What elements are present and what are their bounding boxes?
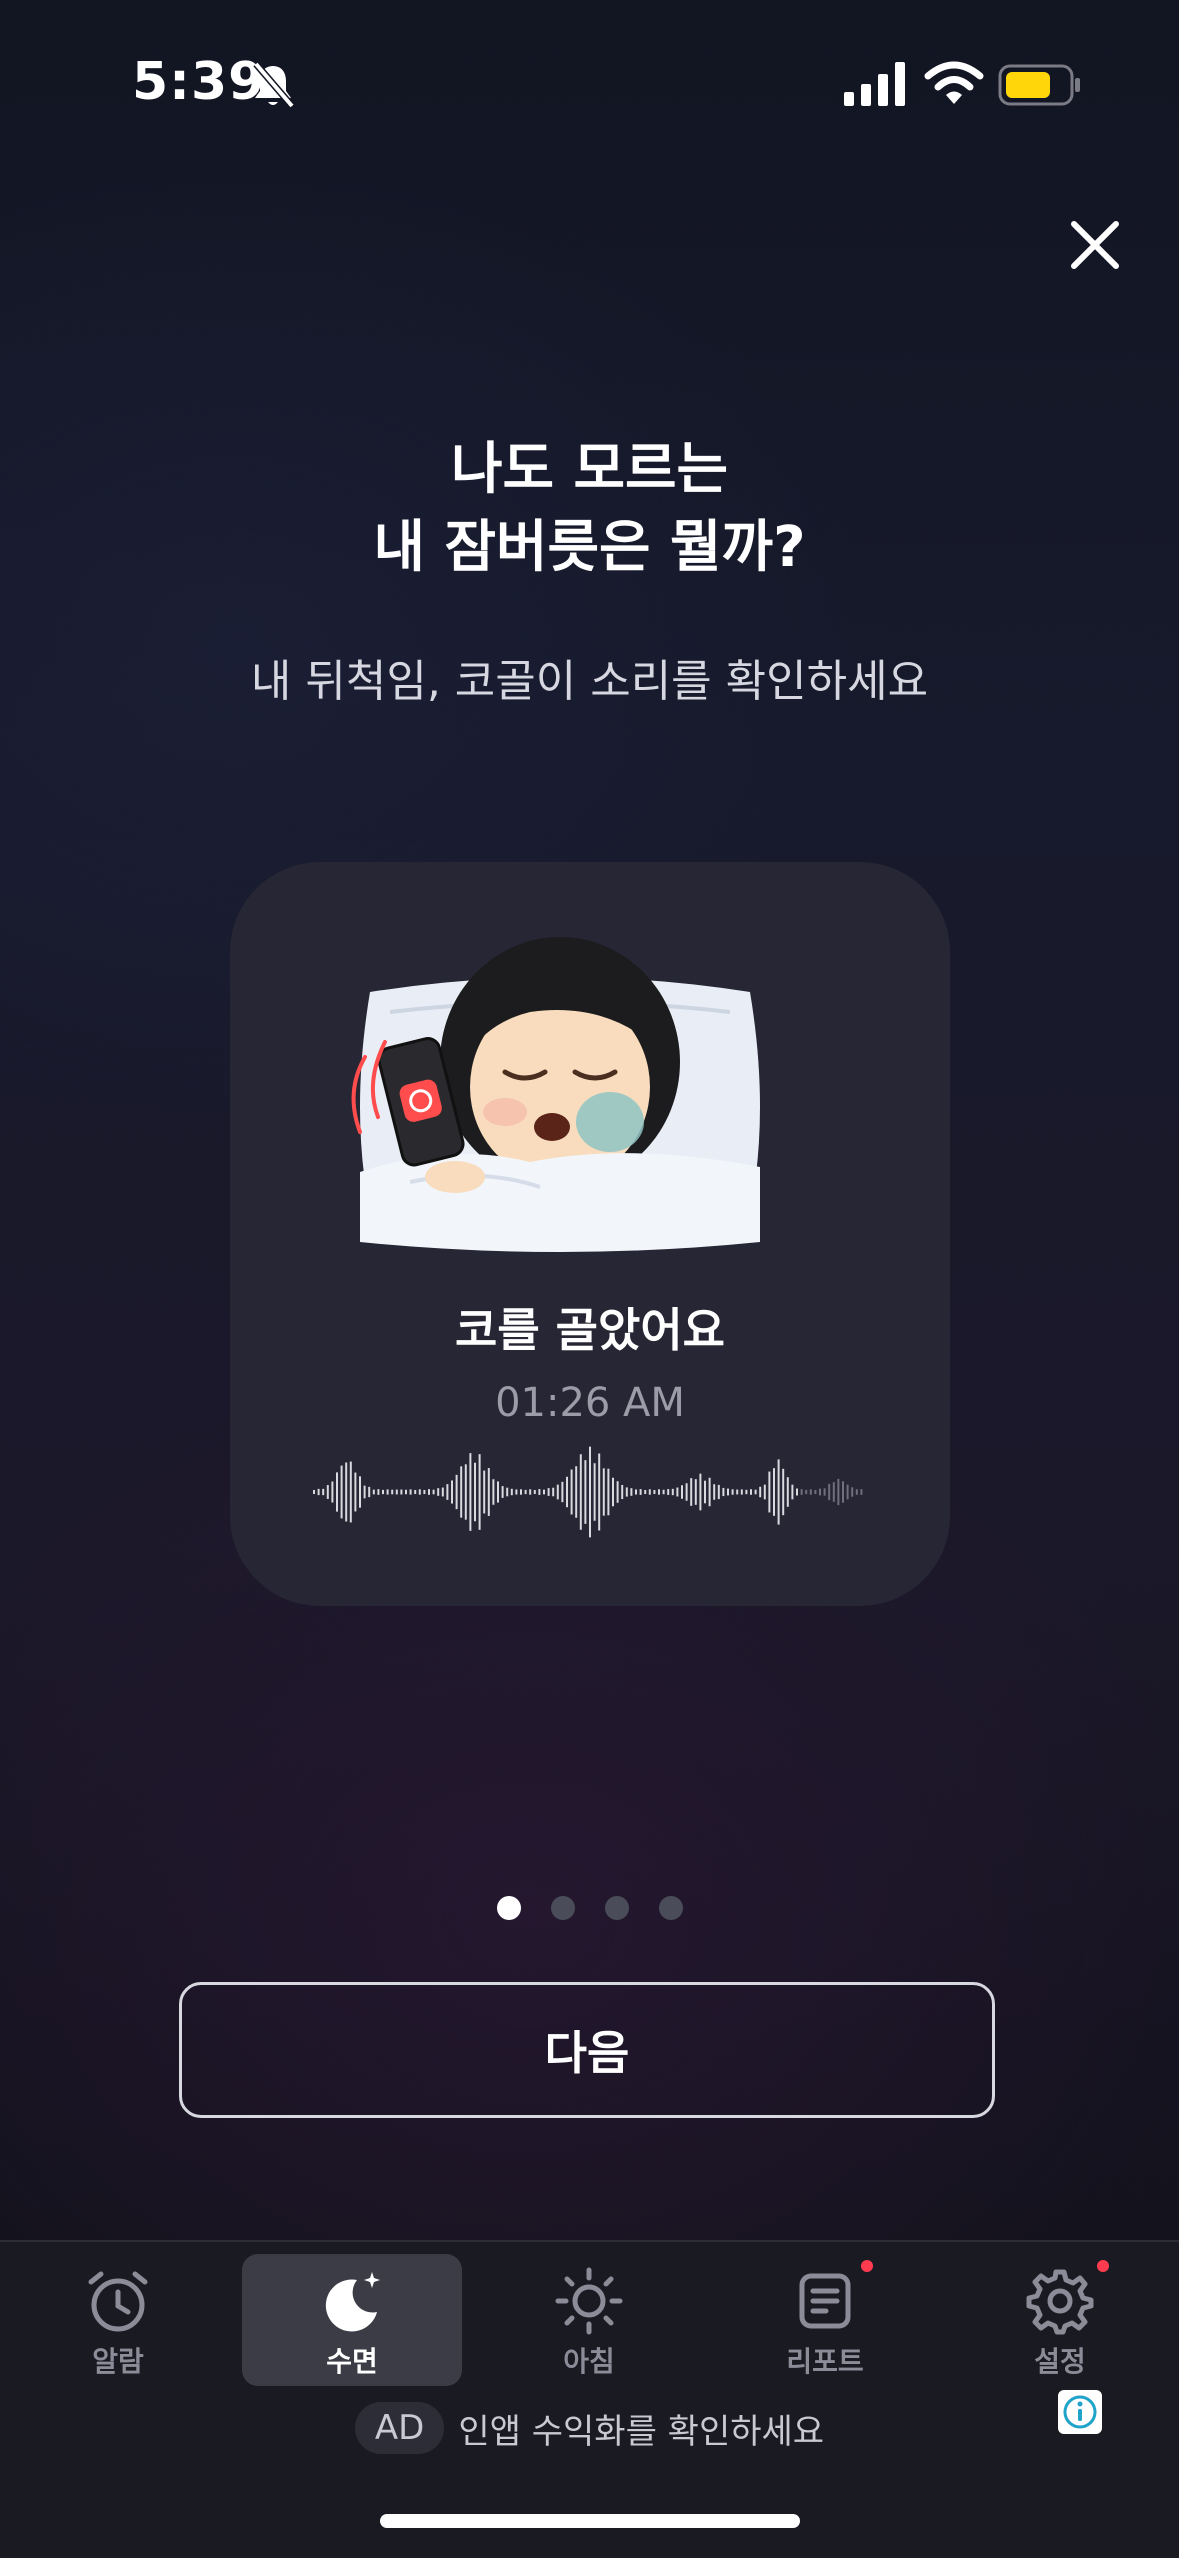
moon-star-icon <box>325 2272 380 2332</box>
wifi-icon <box>924 61 984 104</box>
ad-badge: AD <box>354 2402 445 2454</box>
ad-text: 인앱 수익화를 확인하세요 <box>458 2411 825 2452</box>
tab-label: 아침 <box>563 2345 615 2378</box>
info-icon[interactable] <box>1056 2388 1104 2436</box>
sun-icon <box>555 2267 623 2335</box>
page-dot-3[interactable] <box>604 1896 629 1920</box>
tab-bar: 알람 수면 아침 리포트 설정 <box>0 2240 1179 2558</box>
tab-label: 설정 <box>1034 2345 1086 2378</box>
headline-line-1: 나도 모르는 <box>450 437 729 502</box>
report-notification-badge <box>861 2260 873 2272</box>
page-indicator <box>0 1896 1179 1920</box>
tab-alarm[interactable]: 알람 <box>8 2254 228 2386</box>
tab-report[interactable]: 리포트 <box>715 2254 935 2386</box>
close-icon[interactable] <box>1060 210 1130 280</box>
page-dot-4[interactable] <box>658 1896 683 1920</box>
alarm-clock-icon <box>88 2271 148 2332</box>
status-time: 5:39 <box>132 52 266 112</box>
event-time: 01:26 AM <box>495 1380 685 1426</box>
tab-sleep[interactable]: 수면 <box>242 2254 462 2386</box>
tab-label: 리포트 <box>786 2345 864 2378</box>
tab-label: 수면 <box>326 2345 378 2378</box>
headline-line-2: 내 잠버릇은 뭘까? <box>373 515 806 580</box>
home-indicator[interactable] <box>380 2514 800 2528</box>
event-title: 코를 골았어요 <box>455 1303 725 1357</box>
snore-waveform <box>313 1446 863 1538</box>
battery-icon <box>998 64 1080 106</box>
settings-notification-badge <box>1097 2260 1109 2272</box>
report-icon <box>799 2273 851 2329</box>
cellular-signal-icon <box>844 62 905 106</box>
sleeping-emoji-illustration <box>351 937 760 1252</box>
next-button[interactable]: 다음 <box>179 1982 995 2118</box>
tab-morning[interactable]: 아침 <box>479 2254 699 2386</box>
subtitle: 내 뒤척임, 코골이 소리를 확인하세요 <box>250 656 929 707</box>
page-dot-2[interactable] <box>550 1896 575 1920</box>
page-dot-1[interactable] <box>496 1896 521 1920</box>
tab-label: 알람 <box>92 2345 144 2378</box>
sleep-event-card: 코를 골았어요 01:26 AM <box>230 862 950 1606</box>
tab-settings[interactable]: 설정 <box>950 2254 1170 2386</box>
ad-banner[interactable]: AD 인앱 수익화를 확인하세요 <box>0 2402 1179 2454</box>
gear-icon <box>1026 2269 1094 2335</box>
bell-off-icon <box>253 61 295 109</box>
